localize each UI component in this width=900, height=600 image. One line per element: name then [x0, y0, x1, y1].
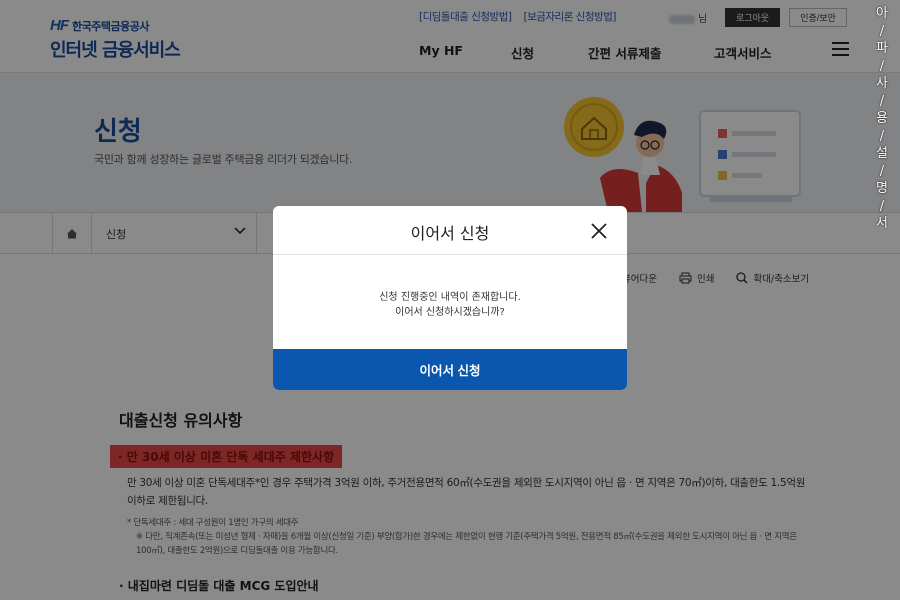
watermark-char: / — [879, 163, 885, 179]
watermark-char: 용 — [876, 111, 888, 126]
close-icon[interactable] — [589, 221, 609, 241]
dialog-title: 이어서 신청 — [410, 224, 490, 243]
continue-application-button[interactable]: 이어서 신청 — [273, 349, 627, 390]
watermark-char: 파 — [876, 41, 888, 56]
watermark-char: 아 — [876, 6, 888, 21]
watermark-char: 설 — [876, 146, 888, 161]
watermark-char: / — [879, 58, 885, 74]
dialog-message-line2: 이어서 신청하시겠습니까? — [395, 307, 505, 318]
dialog-message-line1: 신청 진행중인 내역이 존재합니다. — [379, 292, 521, 303]
watermark-text: 아 / 파 / 사 / 용 / 설 / 명 / 서 — [868, 5, 896, 233]
watermark-char: / — [879, 23, 885, 39]
dialog-message: 신청 진행중인 내역이 존재합니다. 이어서 신청하시겠습니까? — [273, 255, 627, 320]
dialog-header: 이어서 신청 — [273, 206, 627, 255]
watermark-char: / — [879, 93, 885, 109]
watermark-char: 사 — [876, 76, 888, 91]
continue-application-dialog: 이어서 신청 신청 진행중인 내역이 존재합니다. 이어서 신청하시겠습니까? … — [273, 206, 627, 390]
watermark-char: / — [879, 198, 885, 214]
watermark-char: 명 — [876, 181, 888, 196]
watermark-char: / — [879, 128, 885, 144]
watermark-char: 서 — [876, 216, 888, 231]
